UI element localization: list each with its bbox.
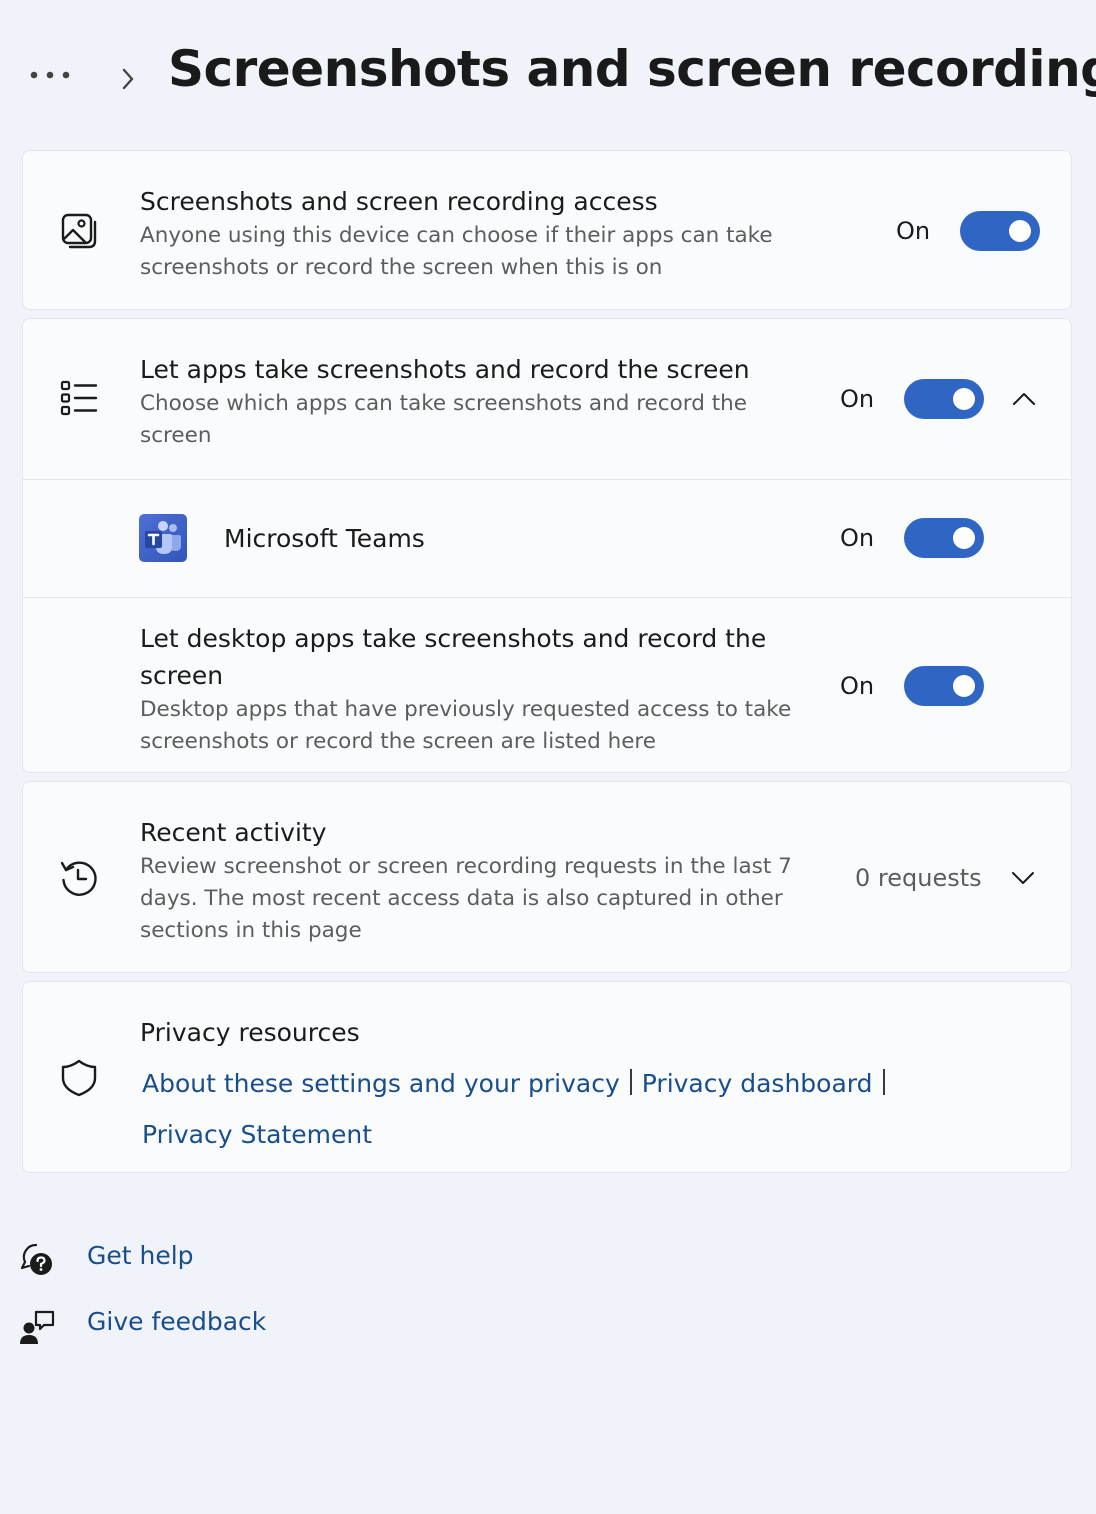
- access-toggle[interactable]: [960, 211, 1040, 251]
- get-help-link[interactable]: Get help: [18, 1237, 418, 1283]
- privacy-resources-title: Privacy resources: [140, 1018, 360, 1047]
- list-icon: [59, 378, 99, 418]
- feedback-person-icon: [18, 1307, 58, 1347]
- about-privacy-link[interactable]: About these settings and your privacy: [142, 1069, 620, 1098]
- privacy-statement-link[interactable]: Privacy Statement: [142, 1120, 372, 1149]
- more-horizontal-icon[interactable]: [22, 58, 82, 92]
- privacy-resources-card: Privacy resources About these settings a…: [22, 981, 1072, 1173]
- requests-count: 0 requests: [855, 864, 982, 892]
- apps-toggle[interactable]: [904, 379, 984, 419]
- teams-state-label: On: [840, 524, 875, 552]
- desktop-apps-description: Desktop apps that have previously reques…: [140, 697, 792, 754]
- apps-header-row: Let apps take screenshots and record the…: [23, 319, 1071, 479]
- screenshots-access-card: Screenshots and screen recording access …: [22, 150, 1072, 310]
- help-chat-icon: [18, 1241, 58, 1281]
- shield-icon: [59, 1058, 99, 1098]
- chevron-up-icon[interactable]: [1004, 379, 1044, 419]
- desktop-apps-row: Let desktop apps take screenshots and re…: [23, 597, 1071, 774]
- access-title: Screenshots and screen recording access: [140, 187, 658, 216]
- toggle-knob: [953, 527, 975, 549]
- toggle-knob: [1009, 220, 1031, 242]
- apps-state-label: On: [840, 385, 875, 413]
- chevron-right-icon: [110, 62, 146, 96]
- give-feedback-link[interactable]: Give feedback: [18, 1303, 418, 1349]
- recent-activity-title: Recent activity: [140, 818, 327, 847]
- toggle-knob: [953, 675, 975, 697]
- toggle-knob: [953, 388, 975, 410]
- apps-title: Let apps take screenshots and record the…: [140, 355, 750, 384]
- give-feedback-label: Give feedback: [87, 1307, 267, 1336]
- teams-name: Microsoft Teams: [224, 524, 425, 553]
- teams-row: Microsoft Teams On: [23, 479, 1071, 597]
- page-title: Screenshots and screen recording: [168, 40, 1096, 98]
- access-state-label: On: [896, 217, 931, 245]
- chevron-down-icon[interactable]: [1003, 858, 1043, 898]
- desktop-apps-state-label: On: [840, 672, 875, 700]
- history-icon: [59, 858, 99, 898]
- link-separator: [629, 1069, 632, 1095]
- privacy-dashboard-link[interactable]: Privacy dashboard: [642, 1069, 873, 1098]
- apps-access-card: Let apps take screenshots and record the…: [22, 318, 1072, 773]
- access-description: Anyone using this device can choose if t…: [140, 223, 773, 280]
- desktop-apps-toggle[interactable]: [904, 666, 984, 706]
- image-icon: [59, 211, 99, 251]
- recent-activity-card[interactable]: Recent activity Review screenshot or scr…: [22, 781, 1072, 973]
- apps-description: Choose which apps can take screenshots a…: [140, 391, 747, 448]
- privacy-links: About these settings and your privacy Pri…: [142, 1060, 922, 1162]
- desktop-apps-title: Let desktop apps take screenshots and re…: [140, 624, 767, 690]
- get-help-label: Get help: [87, 1241, 194, 1270]
- page-header: Screenshots and screen recording: [0, 0, 1096, 150]
- link-separator: [882, 1069, 885, 1095]
- recent-activity-description: Review screenshot or screen recording re…: [140, 854, 792, 943]
- teams-toggle[interactable]: [904, 518, 984, 558]
- microsoft-teams-icon: [139, 514, 187, 562]
